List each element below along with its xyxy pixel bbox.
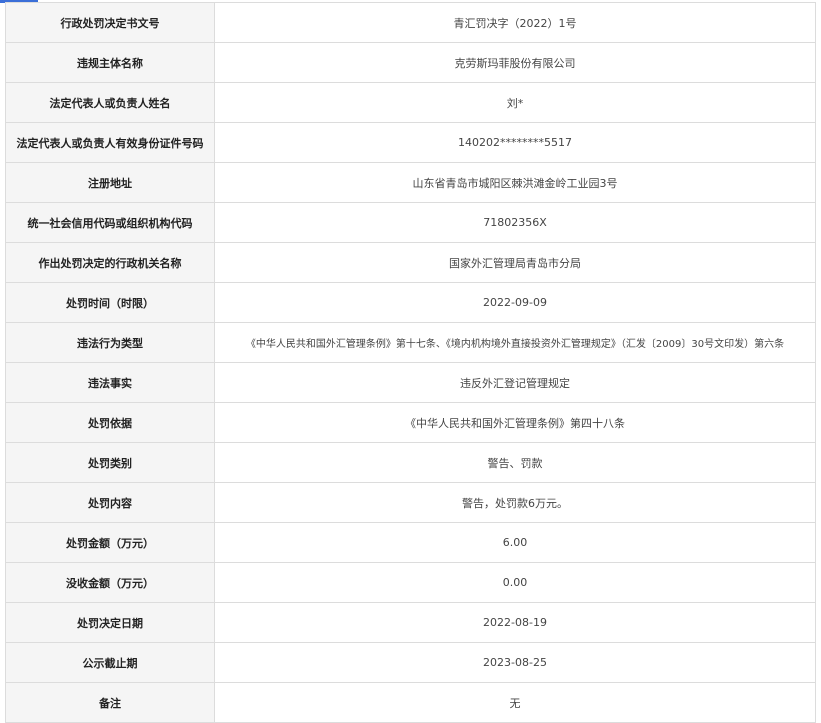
row-label: 作出处罚决定的行政机关名称: [5, 242, 215, 283]
row-value: 山东省青岛市城阳区棘洪滩金岭工业园3号: [214, 162, 816, 203]
row-label: 行政处罚决定书文号: [5, 2, 215, 43]
table-row: 注册地址 山东省青岛市城阳区棘洪滩金岭工业园3号: [5, 162, 816, 203]
row-label: 统一社会信用代码或组织机构代码: [5, 202, 215, 243]
row-label: 违规主体名称: [5, 42, 215, 83]
row-value: 违反外汇登记管理规定: [214, 362, 816, 403]
row-value: 140202********5517: [214, 122, 816, 163]
row-label: 处罚时间（时限）: [5, 282, 215, 323]
table-row: 处罚金额（万元） 6.00: [5, 522, 816, 563]
row-label: 没收金额（万元）: [5, 562, 215, 603]
row-value: 《中华人民共和国外汇管理条例》第十七条、《境内机构境外直接投资外汇管理规定》（汇…: [214, 322, 816, 363]
table-row: 统一社会信用代码或组织机构代码 71802356X: [5, 202, 816, 243]
table-row: 处罚内容 警告，处罚款6万元。: [5, 482, 816, 523]
table-row: 法定代表人或负责人有效身份证件号码 140202********5517: [5, 122, 816, 163]
row-label: 注册地址: [5, 162, 215, 203]
row-value: 《中华人民共和国外汇管理条例》第四十八条: [214, 402, 816, 443]
row-value: 71802356X: [214, 202, 816, 243]
table-row: 公示截止期 2023-08-25: [5, 642, 816, 683]
row-value: 警告，处罚款6万元。: [214, 482, 816, 523]
row-label: 违法行为类型: [5, 322, 215, 363]
row-label: 处罚金额（万元）: [5, 522, 215, 563]
row-label: 处罚决定日期: [5, 602, 215, 643]
table-row: 法定代表人或负责人姓名 刘*: [5, 82, 816, 123]
row-label: 法定代表人或负责人姓名: [5, 82, 215, 123]
row-value: 2022-08-19: [214, 602, 816, 643]
row-label: 备注: [5, 682, 215, 723]
table-row: 违法行为类型 《中华人民共和国外汇管理条例》第十七条、《境内机构境外直接投资外汇…: [5, 322, 816, 363]
table-row: 作出处罚决定的行政机关名称 国家外汇管理局青岛市分局: [5, 242, 816, 283]
table-row: 处罚依据 《中华人民共和国外汇管理条例》第四十八条: [5, 402, 816, 443]
table-row: 违法事实 违反外汇登记管理规定: [5, 362, 816, 403]
row-value: 刘*: [214, 82, 816, 123]
row-value: 0.00: [214, 562, 816, 603]
row-label: 公示截止期: [5, 642, 215, 683]
row-value: 6.00: [214, 522, 816, 563]
row-label: 违法事实: [5, 362, 215, 403]
row-label: 处罚内容: [5, 482, 215, 523]
row-value: 青汇罚决字（2022）1号: [214, 2, 816, 43]
row-label: 处罚类别: [5, 442, 215, 483]
row-value: 国家外汇管理局青岛市分局: [214, 242, 816, 283]
table-row: 备注 无: [5, 682, 816, 723]
table-row: 处罚决定日期 2022-08-19: [5, 602, 816, 643]
row-value: 克劳斯玛菲股份有限公司: [214, 42, 816, 83]
table-row: 违规主体名称 克劳斯玛菲股份有限公司: [5, 42, 816, 83]
table-row: 处罚时间（时限） 2022-09-09: [5, 282, 816, 323]
table-row: 没收金额（万元） 0.00: [5, 562, 816, 603]
penalty-info-table: 行政处罚决定书文号 青汇罚决字（2022）1号 违规主体名称 克劳斯玛菲股份有限…: [5, 2, 816, 723]
table-row: 处罚类别 警告、罚款: [5, 442, 816, 483]
row-value: 2022-09-09: [214, 282, 816, 323]
row-label: 处罚依据: [5, 402, 215, 443]
row-value: 无: [214, 682, 816, 723]
table-row: 行政处罚决定书文号 青汇罚决字（2022）1号: [5, 2, 816, 43]
row-label: 法定代表人或负责人有效身份证件号码: [5, 122, 215, 163]
row-value: 警告、罚款: [214, 442, 816, 483]
row-value: 2023-08-25: [214, 642, 816, 683]
